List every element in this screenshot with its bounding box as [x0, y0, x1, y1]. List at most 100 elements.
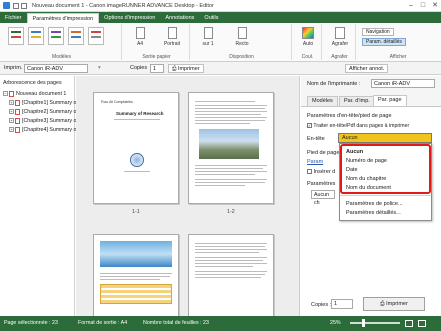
- tab-options-impression[interactable]: Options d'impression: [99, 13, 160, 23]
- print-button-toolbar[interactable]: ⎙ Imprimer: [168, 64, 204, 73]
- tree-item-label: Nouveau document 1: [16, 91, 67, 97]
- copies-label-bottom: Copies :: [311, 302, 332, 308]
- undo-icon[interactable]: [21, 2, 27, 9]
- show-annotations-button[interactable]: Afficher annot.: [345, 64, 389, 73]
- tree-item-chapter2[interactable]: + [Chapitre2] Summary o: [9, 108, 76, 116]
- page-thumbnail[interactable]: [93, 234, 179, 316]
- expand-icon[interactable]: +: [9, 127, 14, 133]
- fit-width-icon[interactable]: [418, 320, 426, 327]
- copies-input-bottom[interactable]: 1: [331, 299, 353, 309]
- checkbox-icon[interactable]: ✓: [307, 123, 312, 129]
- tree-item-chapter4[interactable]: + [Chapitre4] Summary o: [9, 126, 76, 134]
- detailed-settings-button[interactable]: Param. détaillés: [362, 38, 406, 46]
- copies-input[interactable]: 1: [150, 64, 164, 73]
- printer-name-select[interactable]: Canon iR-ADV: [371, 79, 435, 88]
- param-link[interactable]: Param: [307, 159, 323, 165]
- duplex-label: Recto: [235, 41, 249, 47]
- minimize-button[interactable]: –: [405, 1, 417, 11]
- zoom-slider-handle[interactable]: [362, 319, 365, 327]
- chapter-icon: [15, 108, 20, 115]
- printer-name-label: Nom de l'imprimante :: [307, 81, 361, 87]
- page-number: 1-1: [132, 209, 140, 215]
- section-header: Paramètres d'en-tête/pied de page: [307, 113, 392, 119]
- status-bar: Page sélectionnée : 23 Format de sortie …: [0, 316, 441, 331]
- tab-outils[interactable]: Outils: [199, 13, 223, 23]
- zoom-level: 25%: [330, 320, 341, 326]
- photo-image: [100, 241, 172, 267]
- tab-modeles[interactable]: Modèles: [307, 96, 338, 106]
- staple-button[interactable]: Agrafer: [326, 27, 354, 47]
- tree-item-root[interactable]: − Nouveau document 1: [3, 90, 66, 98]
- tab-param-impression[interactable]: Par. d'imp.: [339, 96, 375, 106]
- title-bar: Nouveau document 1 - Canon imageRUNNER A…: [0, 0, 441, 12]
- color-mode-button[interactable]: Auto: [296, 27, 320, 47]
- expand-icon[interactable]: +: [9, 109, 14, 115]
- process-header-checkbox[interactable]: ✓ Traiter en-tête/Pdf dans pages à impri…: [307, 123, 409, 129]
- color-group-label: Coul.: [301, 54, 314, 60]
- tab-parametres-impression[interactable]: Paramètres d'impression: [26, 13, 100, 23]
- page-thumbnail[interactable]: [188, 234, 274, 316]
- models-group: Modèles: [2, 24, 122, 60]
- printer-select[interactable]: Canon iR-ADV: [24, 64, 88, 73]
- orientation-button[interactable]: Portrait: [158, 27, 186, 47]
- color-mode-label: Auto: [302, 41, 314, 47]
- tab-param-page[interactable]: Par. page: [373, 95, 407, 106]
- tree-item-label: [Chapitre3] Summary o: [22, 118, 77, 124]
- tree-item-label: [Chapitre1] Summary o: [22, 100, 77, 106]
- status-sheets: Nombre total de feuilles : 23: [143, 320, 209, 326]
- pages-per-sheet-button[interactable]: sur 1: [196, 27, 220, 47]
- tree-item-chapter3[interactable]: + [Chapitre3] Summary o: [9, 117, 76, 125]
- paper-size-label: A4: [136, 41, 144, 47]
- fit-page-icon[interactable]: [405, 320, 413, 327]
- tab-annotations[interactable]: Annotations: [160, 13, 199, 23]
- ribbon: Modèles A4 Portrait Sortie papier sur 1 …: [0, 23, 441, 62]
- status-format: Format de sortie : A4: [78, 320, 128, 326]
- collapse-icon[interactable]: −: [3, 91, 8, 97]
- display-group-label: Afficher: [389, 54, 407, 60]
- table-image: [100, 284, 172, 304]
- model-thumb[interactable]: [88, 27, 104, 45]
- page-tree-pane: Arborescence des pages − Nouveau document…: [0, 76, 76, 316]
- page-thumbnail[interactable]: [188, 92, 274, 204]
- footer-label: Pied de page: [307, 150, 340, 156]
- save-icon[interactable]: [13, 2, 19, 9]
- model-thumb[interactable]: [48, 27, 64, 45]
- model-thumb[interactable]: [28, 27, 44, 45]
- tab-fichier[interactable]: Fichier: [0, 13, 27, 23]
- app-icon: [3, 2, 10, 9]
- duplex-button[interactable]: Recto: [230, 27, 254, 47]
- paper-size-button[interactable]: A4: [128, 27, 152, 47]
- staple-group: Agrafer Agrafer: [324, 24, 356, 60]
- document-icon: [9, 90, 14, 97]
- close-button[interactable]: ✕: [429, 1, 441, 11]
- model-thumb[interactable]: [8, 27, 24, 45]
- window-title: Nouveau document 1 - Canon imageRUNNER A…: [32, 2, 214, 9]
- logo-image: [130, 153, 144, 167]
- expand-icon[interactable]: +: [9, 100, 14, 106]
- header-select[interactable]: Aucun: [338, 133, 432, 143]
- page-header-text: Pour Ali Comptables: [101, 100, 133, 104]
- tree-item-chapter1[interactable]: + [Chapitre1] Summary o: [9, 99, 76, 107]
- print-button[interactable]: ⎙ Imprimer: [363, 297, 425, 311]
- option-font-settings[interactable]: Paramètres de police...: [346, 200, 403, 208]
- maximize-button[interactable]: □: [417, 1, 429, 11]
- ribbon-tabs: Fichier Paramètres d'impression Options …: [0, 12, 441, 23]
- expand-icon[interactable]: +: [9, 118, 14, 124]
- chapter-select[interactable]: Aucun ch: [311, 190, 335, 206]
- insert-checkbox[interactable]: Insérer d: [307, 169, 335, 175]
- page-title-text: Summary of Research: [116, 111, 164, 116]
- insert-label: Insérer d: [313, 169, 336, 175]
- chevron-down-icon[interactable]: ▾: [98, 64, 101, 73]
- highlight-box: [340, 144, 431, 194]
- staple-group-label: Agrafer: [331, 54, 348, 60]
- option-detailed-settings[interactable]: Paramètres détaillés...: [346, 209, 401, 217]
- checkbox-icon[interactable]: [307, 169, 312, 175]
- model-thumb[interactable]: [68, 27, 84, 45]
- tree-item-label: [Chapitre2] Summary o: [22, 109, 77, 115]
- navigation-button[interactable]: Navigation: [362, 28, 394, 36]
- parameters-label: Paramètres: [307, 181, 336, 187]
- zoom-slider[interactable]: [350, 322, 400, 324]
- disposition-group-label: Disposition: [229, 54, 254, 60]
- page-thumbnail[interactable]: Pour Ali Comptables Summary of Research: [93, 92, 179, 204]
- disposition-group: sur 1 Recto Disposition: [192, 24, 292, 60]
